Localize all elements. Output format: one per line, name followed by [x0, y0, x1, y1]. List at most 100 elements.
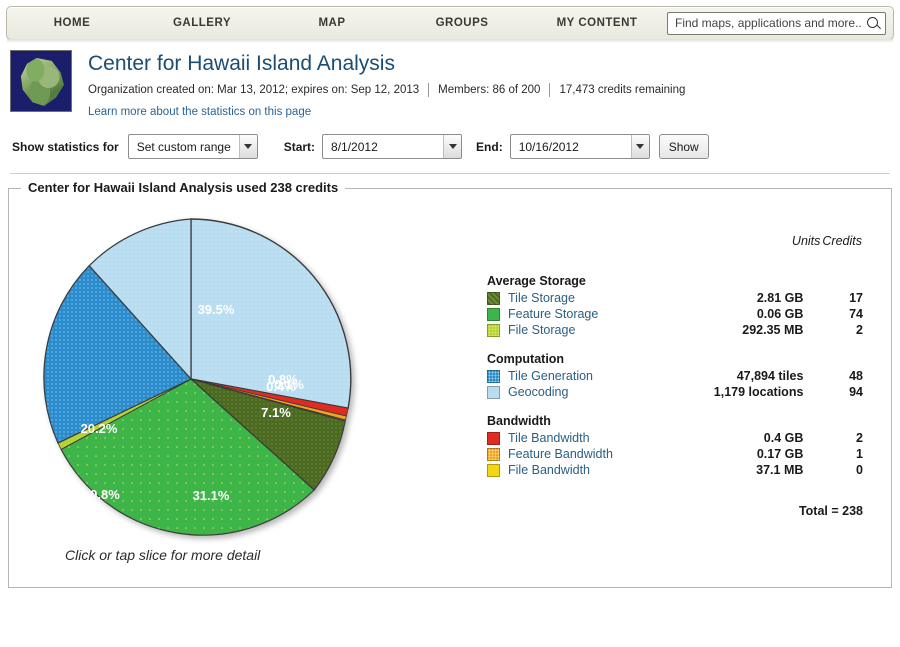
row-label-file-bandwidth[interactable]: File Bandwidth: [503, 462, 664, 478]
row-units-geocoding: 1,179 locations: [664, 384, 822, 400]
row-units-tile-generation: 47,894 tiles: [664, 368, 822, 384]
row-credits-feature-bandwidth: 1: [821, 446, 863, 462]
start-date-arrow[interactable]: [443, 135, 461, 158]
credits-pie-chart[interactable]: 39.5% 20.2% 0.8% 31.1% 7.1% 0.8% 0.4% 0.…: [31, 211, 361, 547]
swatch-cell: [487, 306, 503, 322]
range-select-value: Set custom range: [129, 140, 239, 154]
row-credits-geocoding: 94: [821, 384, 863, 400]
row-label-file-storage[interactable]: File Storage: [503, 322, 664, 338]
start-date-value: 8/1/2012: [323, 140, 443, 154]
nav-map[interactable]: MAP: [267, 17, 397, 29]
row-label-geocoding[interactable]: Geocoding: [503, 384, 664, 400]
row-label-feature-storage[interactable]: Feature Storage: [503, 306, 664, 322]
table-row[interactable]: File Storage 292.35 MB 2: [487, 322, 863, 338]
search-box[interactable]: [667, 12, 886, 35]
nav-groups[interactable]: GROUPS: [397, 17, 527, 29]
show-statistics-label: Show statistics for: [12, 140, 119, 154]
end-date-arrow[interactable]: [631, 135, 649, 158]
row-units-tile-storage: 2.81 GB: [664, 290, 822, 306]
section-divider: [10, 173, 890, 174]
nav-home[interactable]: HOME: [7, 17, 137, 29]
row-credits-tile-generation: 48: [821, 368, 863, 384]
panel-title: Center for Hawaii Island Analysis used 2…: [21, 180, 345, 195]
swatch-cell: [487, 446, 503, 462]
header-units: Units: [664, 233, 822, 274]
row-label-tile-generation[interactable]: Tile Generation: [503, 368, 664, 384]
pie-label-tile-storage: 7.1%: [261, 405, 291, 420]
island-shape-icon: [20, 58, 64, 106]
swatch-cell: [487, 368, 503, 384]
row-units-file-storage: 292.35 MB: [664, 322, 822, 338]
nav-my-content[interactable]: MY CONTENT: [527, 17, 667, 29]
row-label-feature-bandwidth[interactable]: Feature Bandwidth: [503, 446, 664, 462]
group-label: Computation: [487, 338, 863, 368]
nav-items: HOME GALLERY MAP GROUPS MY CONTENT: [7, 7, 667, 39]
table-row[interactable]: File Bandwidth 37.1 MB 0: [487, 462, 863, 478]
swatch-cell: [487, 290, 503, 306]
table-header-row: Units Credits: [487, 233, 863, 274]
header-swatch: [487, 233, 503, 274]
swatch-cell: [487, 462, 503, 478]
row-label-tile-storage[interactable]: Tile Storage: [503, 290, 664, 306]
table-row[interactable]: Feature Storage 0.06 GB 74: [487, 306, 863, 322]
nav-gallery[interactable]: GALLERY: [137, 17, 267, 29]
search-icon[interactable]: [867, 17, 880, 30]
row-label-tile-bandwidth[interactable]: Tile Bandwidth: [503, 430, 664, 446]
start-date-select[interactable]: 8/1/2012: [322, 134, 462, 159]
show-button[interactable]: Show: [659, 134, 709, 159]
total-row: Total = 238: [487, 478, 863, 519]
row-credits-tile-storage: 17: [821, 290, 863, 306]
range-select-arrow[interactable]: [239, 135, 257, 158]
color-swatch-tile-bandwidth: [487, 432, 500, 445]
org-created-text: Organization created on: Mar 13, 2012; e…: [88, 84, 419, 96]
row-units-file-bandwidth: 37.1 MB: [664, 462, 822, 478]
panel-body: 39.5% 20.2% 0.8% 31.1% 7.1% 0.8% 0.4% 0.…: [9, 189, 891, 587]
legend-column: Units Credits Average Storage Tile Stora…: [479, 203, 891, 587]
swatch-cell: [487, 430, 503, 446]
chevron-down-icon: [636, 144, 644, 149]
table-row[interactable]: Tile Generation 47,894 tiles 48: [487, 368, 863, 384]
pie-label-file-bandwidth: 0.1%: [274, 377, 304, 392]
table-row[interactable]: Tile Bandwidth 0.4 GB 2: [487, 430, 863, 446]
page-title: Center for Hawaii Island Analysis: [88, 52, 685, 75]
group-label: Bandwidth: [487, 400, 863, 430]
total-label: Total = 238: [487, 478, 863, 519]
organization-meta: Organization created on: Mar 13, 2012; e…: [88, 83, 685, 97]
table-row[interactable]: Feature Bandwidth 0.17 GB 1: [487, 446, 863, 462]
meta-divider: [428, 83, 429, 97]
row-units-tile-bandwidth: 0.4 GB: [664, 430, 822, 446]
hawaii-island-thumbnail: [10, 50, 72, 112]
color-swatch-tile-generation: [487, 370, 500, 383]
end-date-select[interactable]: 10/16/2012: [510, 134, 650, 159]
organization-header: Center for Hawaii Island Analysis Organi…: [0, 40, 900, 118]
pie-label-file-storage: 0.8%: [90, 487, 120, 502]
org-credits-remaining-text: 17,473 credits remaining: [559, 84, 685, 96]
pie-label-geocoding: 39.5%: [198, 302, 235, 317]
pie-chart-column: 39.5% 20.2% 0.8% 31.1% 7.1% 0.8% 0.4% 0.…: [9, 203, 479, 587]
start-date-label: Start:: [284, 140, 315, 154]
org-members-text: Members: 86 of 200: [438, 84, 540, 96]
search-input[interactable]: [673, 15, 864, 31]
color-swatch-file-storage: [487, 324, 500, 337]
end-date-value: 10/16/2012: [511, 140, 631, 154]
group-bandwidth: Bandwidth: [487, 400, 863, 430]
group-average-storage: Average Storage: [487, 274, 863, 290]
row-units-feature-storage: 0.06 GB: [664, 306, 822, 322]
row-credits-file-storage: 2: [821, 322, 863, 338]
chevron-down-icon: [449, 144, 457, 149]
color-swatch-feature-storage: [487, 308, 500, 321]
learn-more-link[interactable]: Learn more about the statistics on this …: [88, 106, 311, 118]
color-swatch-file-bandwidth: [487, 464, 500, 477]
credits-usage-panel: Center for Hawaii Island Analysis used 2…: [8, 188, 892, 588]
pie-label-feature-storage: 31.1%: [193, 488, 230, 503]
organization-info: Center for Hawaii Island Analysis Organi…: [72, 50, 685, 118]
table-row[interactable]: Tile Storage 2.81 GB 17: [487, 290, 863, 306]
table-row[interactable]: Geocoding 1,179 locations 94: [487, 384, 863, 400]
row-units-feature-bandwidth: 0.17 GB: [664, 446, 822, 462]
row-credits-tile-bandwidth: 2: [821, 430, 863, 446]
header-name: [503, 233, 664, 274]
header-credits: Credits: [821, 233, 863, 274]
row-credits-file-bandwidth: 0: [821, 462, 863, 478]
pie-caption: Click or tap slice for more detail: [65, 547, 260, 563]
range-select[interactable]: Set custom range: [128, 134, 258, 159]
